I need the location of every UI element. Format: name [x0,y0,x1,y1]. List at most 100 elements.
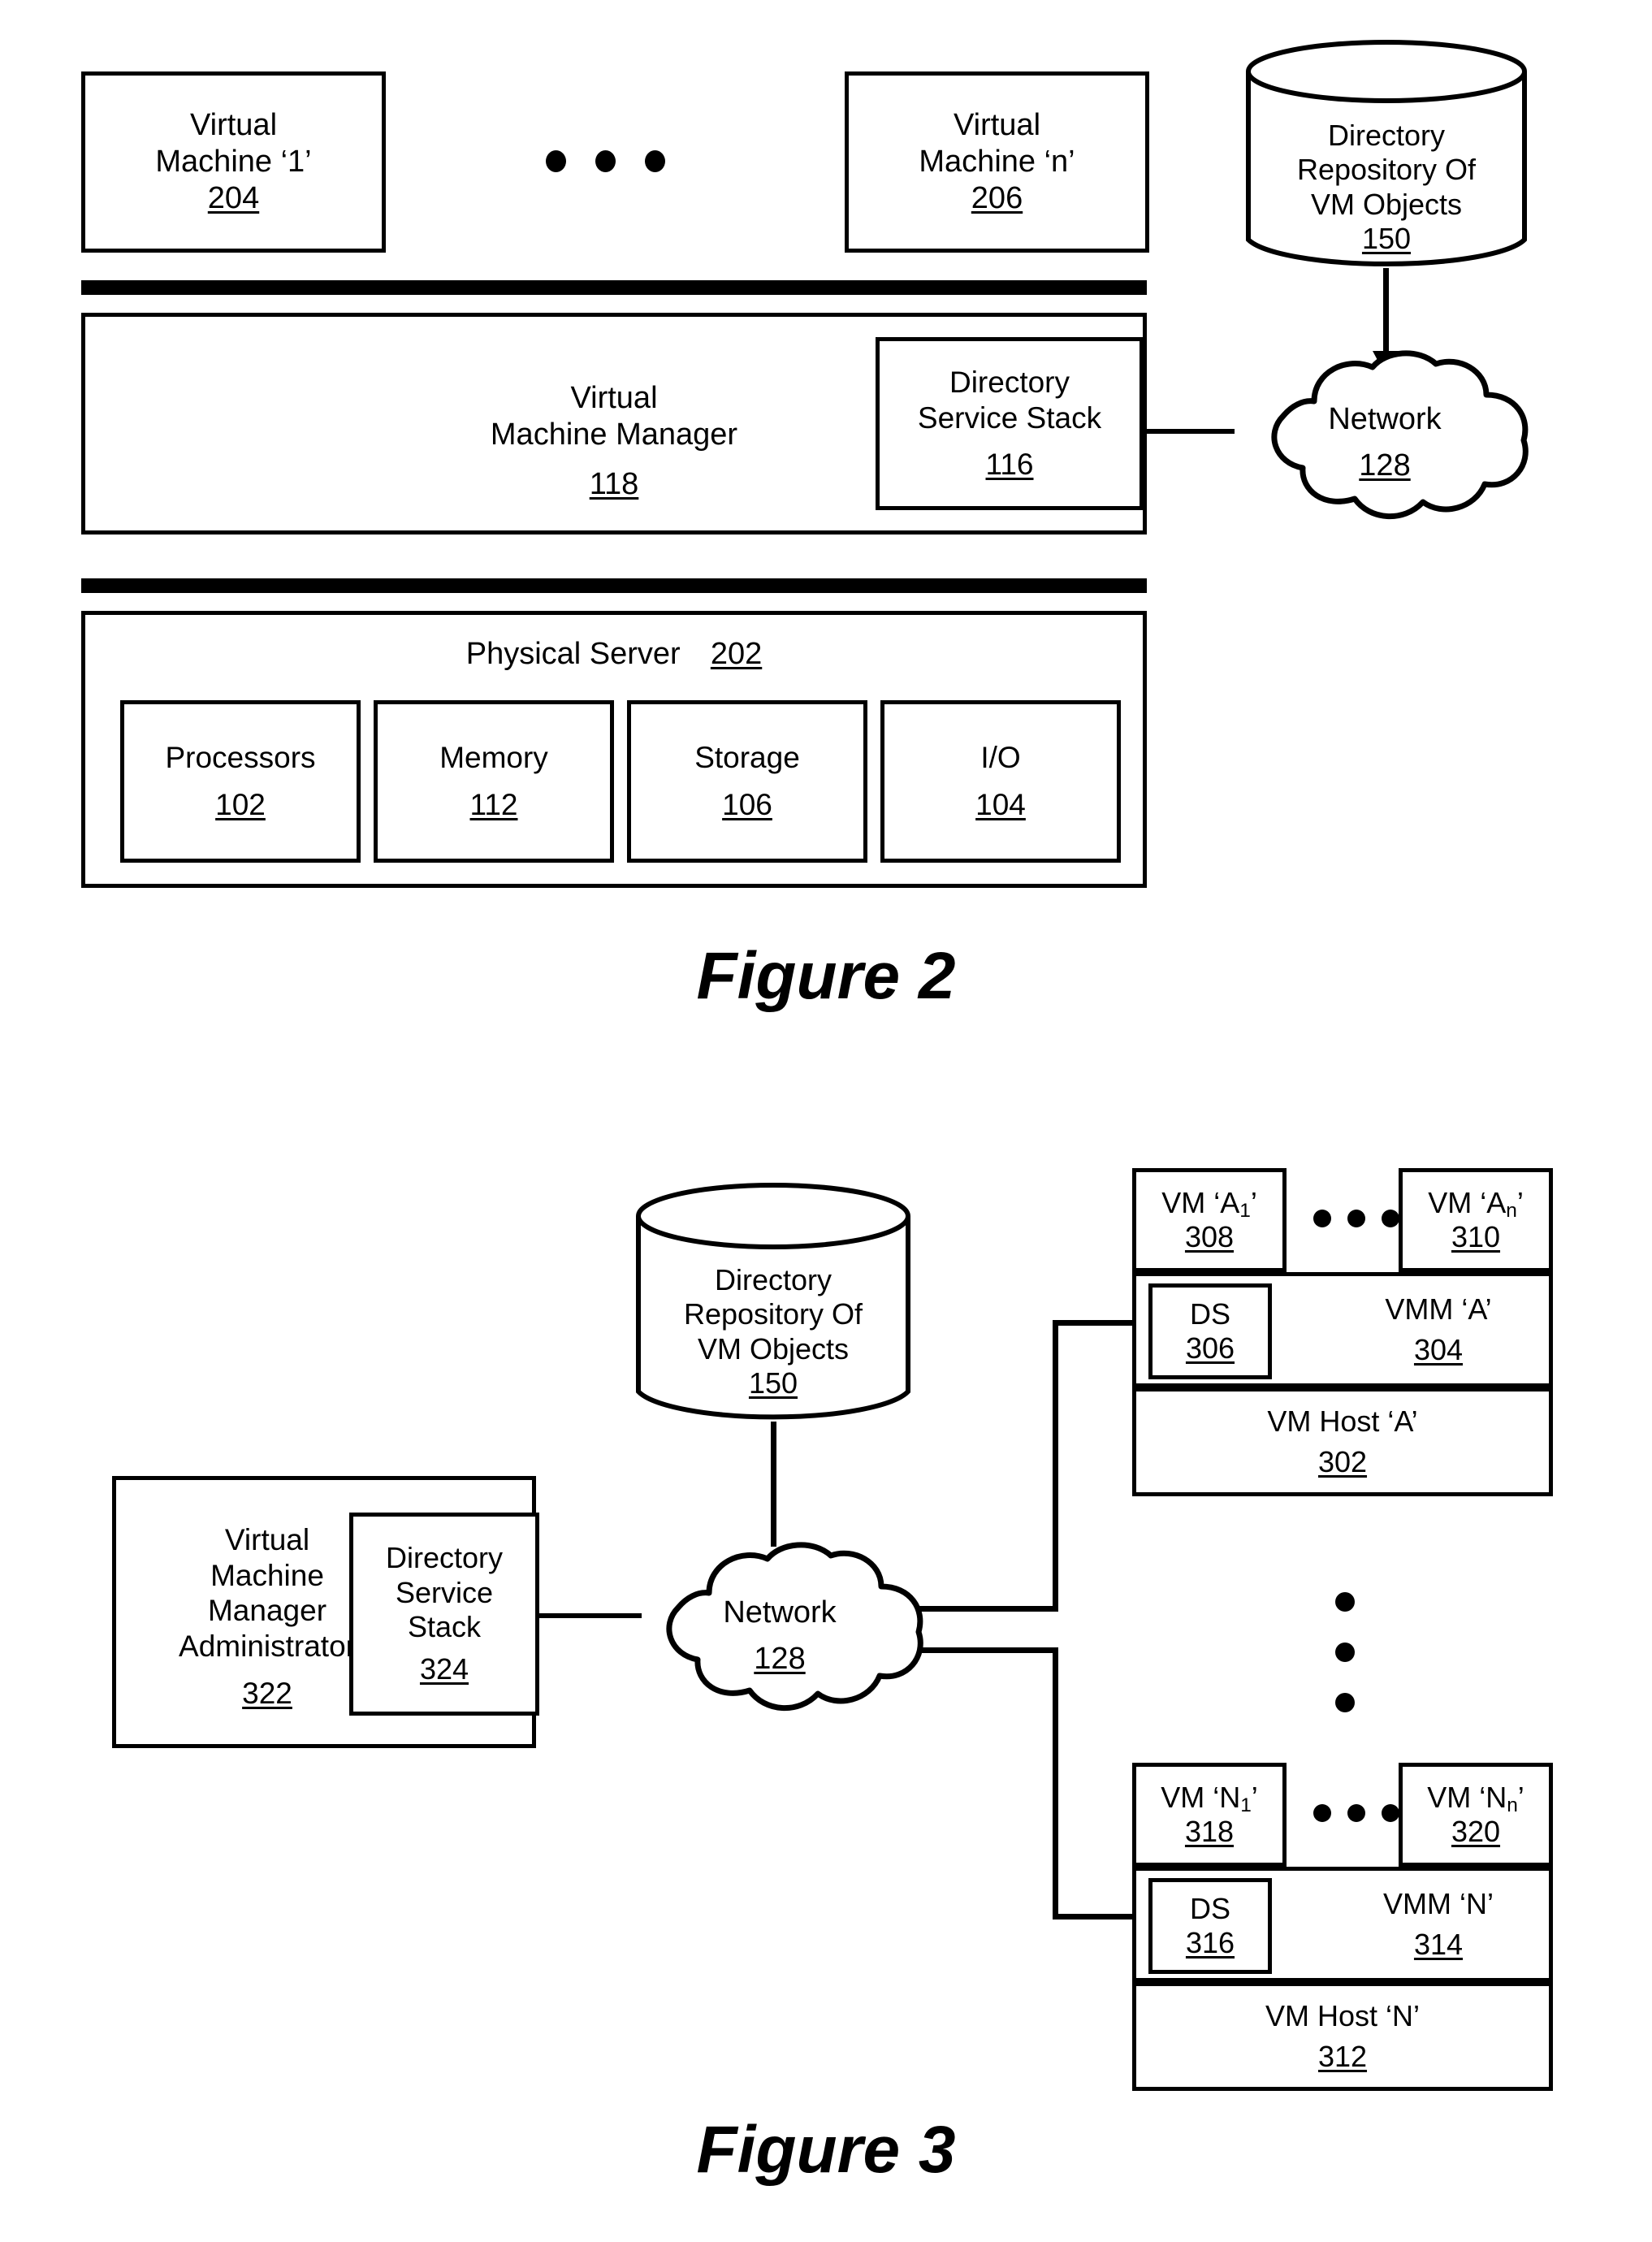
storage-label: Storage [694,741,800,775]
admin-dss-line3: Stack [407,1610,482,1643]
dss-label-line2: Service Stack [917,400,1102,435]
network-cloud-fig3: Network 128 [621,1539,938,1722]
network-label-fig3: Network [723,1595,837,1630]
vm-nn-label: VM ‘Nn’ [1427,1780,1524,1816]
vm-an-label: VM ‘An’ [1428,1185,1524,1222]
admin-to-network-line [536,1613,642,1618]
ellipsis-dot [1335,1693,1355,1712]
ellipsis-dot [546,150,566,172]
ellipsis-dot [1335,1643,1355,1662]
vm-a1-label: VM ‘A1’ [1161,1185,1257,1222]
io-box: I/O 104 [880,700,1121,863]
admin-line1: Virtual [224,1523,310,1556]
physical-server-label: Physical Server [465,637,681,671]
network-to-host-n-line-v [1053,1647,1058,1920]
vmm-a-label: VMM ‘A’ [1385,1292,1492,1326]
dss-to-network-line-fig2 [1144,429,1235,434]
admin-dss-ref: 324 [419,1652,469,1686]
vmm-n-ref: 314 [1413,1928,1464,1962]
directory-repository-text-fig2: Directory Repository Of VM Objects 150 [1245,119,1528,257]
ds-n-ref: 316 [1185,1926,1235,1959]
storage-ref: 106 [722,788,772,821]
memory-box: Memory 112 [374,700,614,863]
network-ref-fig3: 128 [754,1642,806,1676]
vm-n1-label: VM ‘N1’ [1161,1780,1258,1816]
dss-ref: 116 [985,448,1034,482]
ds-n-label: DS [1189,1891,1230,1925]
network-text-fig2: Network 128 [1226,396,1543,489]
ellipsis-dot [1382,1804,1399,1822]
admin-ref: 322 [242,1676,292,1710]
vm-n-box: Virtual Machine ‘n’ 206 [845,71,1149,253]
figure-2-caption: Figure 2 [696,939,956,1013]
vm-a-ellipsis-horizontal [1313,1210,1399,1227]
ellipsis-dot [1347,1804,1365,1822]
admin-line2: Machine [210,1558,324,1592]
vm-nn-ref: 320 [1451,1815,1501,1848]
vm-1-ref: 204 [207,180,260,215]
vm-1-label-line1: Virtual [189,108,278,143]
network-text-fig3: Network 128 [621,1590,938,1682]
admin-dss-line2: Service [395,1575,494,1609]
vm-host-a-box: VM Host ‘A’ 302 [1132,1387,1553,1496]
repo-ref-fig3: 150 [748,1366,798,1400]
directory-service-stack-box-fig2: Directory Service Stack 116 [876,337,1144,510]
memory-label: Memory [439,741,548,775]
directory-repository-cylinder-fig3: Directory Repository Of VM Objects 150 [635,1182,911,1426]
ellipsis-dot [1313,1210,1331,1227]
network-label-fig2: Network [1328,402,1442,436]
directory-service-stack-box-fig3: Directory Service Stack 324 [349,1513,539,1716]
vm-ellipsis-horizontal-fig2 [546,150,665,172]
repo-line3-fig3: VM Objects [697,1331,850,1366]
vm-1-label-line2: Machine ‘1’ [155,145,312,180]
repo-line1: Directory [1327,119,1446,152]
memory-ref: 112 [469,788,518,821]
admin-line4: Administrator [179,1629,356,1663]
ellipsis-dot [1382,1210,1399,1227]
dss-label-line1: Directory [949,366,1070,400]
repo-line2-fig3: Repository Of [683,1297,863,1331]
repo-line3: VM Objects [1310,187,1463,221]
ds-a-ref: 306 [1185,1331,1235,1365]
repo-to-network-line-fig3 [771,1422,776,1547]
vmm-n-label: VMM ‘N’ [1383,1887,1494,1920]
admin-line3: Manager [207,1594,327,1628]
vm-nn-box: VM ‘Nn’ 320 [1399,1763,1553,1867]
figure-3-caption: Figure 3 [696,2113,956,2187]
vm-a1-box: VM ‘A1’ 308 [1132,1168,1287,1272]
vm-host-a-ref: 302 [1317,1445,1368,1478]
vmm-a-ref: 304 [1413,1333,1464,1367]
io-ref: 104 [975,788,1026,821]
vm-host-a-label: VM Host ‘A’ [1267,1404,1418,1438]
network-to-host-a-line-h1 [918,1606,1058,1612]
processors-ref: 102 [215,788,266,821]
directory-repository-text-fig3: Directory Repository Of VM Objects 150 [635,1263,911,1401]
vm-an-ref: 310 [1451,1220,1501,1253]
hypervisor-bar-top [81,280,1147,295]
ellipsis-dot [1335,1592,1355,1612]
ellipsis-dot [645,150,665,172]
ellipsis-dot [595,150,616,172]
vm-n-ellipsis-horizontal [1313,1804,1399,1822]
admin-dss-line1: Directory [385,1541,504,1575]
hypervisor-bar-bottom [81,578,1147,593]
repo-ref: 150 [1361,222,1412,256]
vm-n1-box: VM ‘N1’ 318 [1132,1763,1287,1867]
vm-n-label-line1: Virtual [953,108,1041,143]
vm-n-ref: 206 [971,180,1023,215]
network-ref-fig2: 128 [1359,448,1411,483]
processors-box: Processors 102 [120,700,361,863]
storage-box: Storage 106 [627,700,867,863]
vm-host-n-box: VM Host ‘N’ 312 [1132,1982,1553,2091]
ds-n-box: DS 316 [1148,1878,1272,1974]
repo-line1-fig3: Directory [714,1263,832,1296]
ellipsis-dot [1313,1804,1331,1822]
network-to-host-a-line-v [1053,1320,1058,1612]
physical-server-ref: 202 [710,637,763,671]
network-to-host-n-line-h1 [918,1647,1058,1653]
directory-repository-cylinder-fig2: Directory Repository Of VM Objects 150 [1245,39,1528,272]
repo-line2: Repository Of [1296,153,1477,187]
ds-a-box: DS 306 [1148,1283,1272,1379]
io-label: I/O [980,741,1021,775]
vm-an-box: VM ‘An’ 310 [1399,1168,1553,1272]
